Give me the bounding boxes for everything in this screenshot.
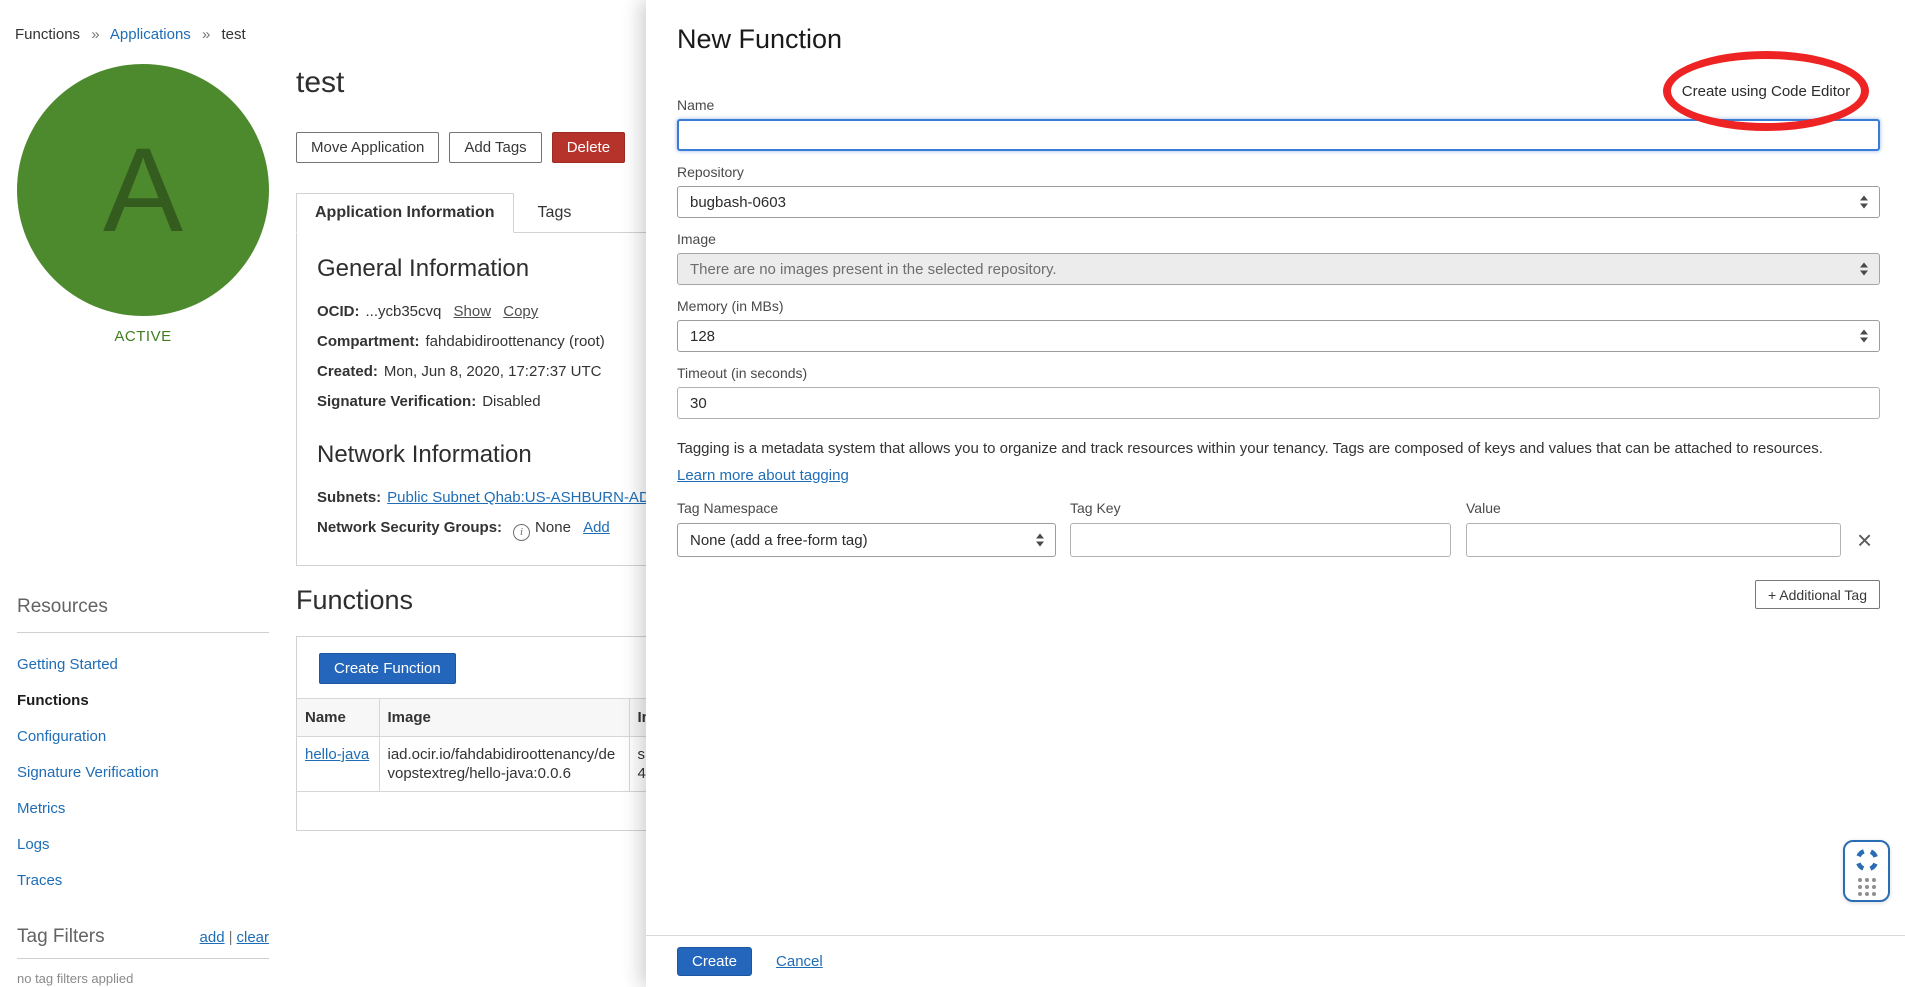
repository-label: Repository — [677, 164, 1880, 180]
life-ring-icon — [1854, 847, 1880, 873]
select-stepper-icon — [1036, 534, 1044, 547]
new-function-panel: New Function Create using Code Editor Na… — [646, 0, 1905, 987]
timeout-input[interactable] — [677, 387, 1880, 419]
select-stepper-icon — [1860, 196, 1868, 209]
panel-footer: Create Cancel — [646, 935, 1905, 987]
cancel-link[interactable]: Cancel — [776, 953, 823, 970]
sidebar-item-traces[interactable]: Traces — [17, 863, 269, 899]
nsg-label: Network Security Groups: — [317, 519, 502, 536]
tag-namespace-selected-value: None (add a free-form tag) — [690, 532, 868, 549]
created-value: Mon, Jun 8, 2020, 17:27:37 UTC — [384, 363, 602, 380]
breadcrumb-applications[interactable]: Applications — [110, 26, 191, 43]
tab-tags[interactable]: Tags — [514, 194, 596, 232]
tag-key-label: Tag Key — [1070, 500, 1451, 516]
tag-value-input[interactable] — [1466, 523, 1841, 557]
column-header-image[interactable]: Image — [379, 699, 629, 737]
subnet-link[interactable]: Public Subnet Qhab:US-ASHBURN-AD-1 — [387, 489, 663, 506]
application-avatar-block: A ACTIVE — [17, 64, 269, 345]
breadcrumb-functions[interactable]: Functions — [15, 26, 80, 43]
subnets-label: Subnets: — [317, 489, 381, 506]
breadcrumb: Functions » Applications » test — [15, 26, 246, 43]
nsg-add-link[interactable]: Add — [583, 519, 610, 536]
tag-filters-clear-link[interactable]: clear — [236, 929, 269, 946]
additional-tag-button[interactable]: + Additional Tag — [1755, 580, 1880, 609]
compartment-label: Compartment: — [317, 333, 420, 350]
add-tags-button[interactable]: Add Tags — [449, 132, 541, 163]
tab-application-information[interactable]: Application Information — [296, 193, 514, 233]
status-badge: ACTIVE — [17, 328, 269, 345]
repository-selected-value: bugbash-0603 — [690, 194, 786, 211]
memory-selected-value: 128 — [690, 328, 715, 345]
tag-key-input[interactable] — [1070, 523, 1451, 557]
image-label: Image — [677, 231, 1880, 247]
dots-grid-icon — [1858, 878, 1876, 896]
function-name-link[interactable]: hello-java — [305, 746, 369, 763]
repository-select[interactable]: bugbash-0603 — [677, 186, 1880, 218]
move-application-button[interactable]: Move Application — [296, 132, 439, 163]
tag-filters-block: Tag Filters add|clear no tag filters app… — [17, 926, 269, 986]
function-image-cell: iad.ocir.io/fahdabidiroottenancy/devopst… — [379, 737, 629, 792]
timeout-label: Timeout (in seconds) — [677, 365, 1880, 381]
tag-filters-heading: Tag Filters — [17, 926, 105, 948]
delete-button[interactable]: Delete — [552, 132, 625, 163]
help-widget-button[interactable] — [1843, 840, 1890, 902]
image-selected-value: There are no images present in the selec… — [690, 261, 1057, 278]
breadcrumb-separator: » — [202, 26, 210, 43]
breadcrumb-separator: » — [91, 26, 99, 43]
sidebar-item-signature-verification[interactable]: Signature Verification — [17, 755, 269, 791]
tagging-description: Tagging is a metadata system that allows… — [677, 440, 1880, 457]
tag-filters-empty-text: no tag filters applied — [17, 971, 269, 986]
tag-filters-divider: | — [229, 929, 233, 946]
created-label: Created: — [317, 363, 378, 380]
sidebar-item-functions[interactable]: Functions — [17, 683, 269, 719]
signature-verification-value: Disabled — [482, 393, 540, 410]
tag-value-label: Value — [1466, 500, 1841, 516]
column-header-name[interactable]: Name — [297, 699, 379, 737]
create-using-code-editor-link[interactable]: Create using Code Editor — [1682, 83, 1850, 100]
select-stepper-icon — [1860, 330, 1868, 343]
resources-sidebar: Resources Getting Started Functions Conf… — [17, 596, 269, 899]
ocid-show-link[interactable]: Show — [454, 303, 492, 320]
tag-filters-add-link[interactable]: add — [200, 929, 225, 946]
sidebar-item-getting-started[interactable]: Getting Started — [17, 647, 269, 683]
signature-verification-label: Signature Verification: — [317, 393, 476, 410]
image-select: There are no images present in the selec… — [677, 253, 1880, 285]
info-icon[interactable]: i — [513, 524, 530, 541]
avatar-letter: A — [103, 121, 183, 259]
create-button[interactable]: Create — [677, 947, 752, 976]
resources-heading: Resources — [17, 596, 269, 633]
ocid-value: ...ycb35cvq — [366, 303, 442, 320]
nsg-value: None — [535, 519, 571, 536]
learn-more-tagging-link[interactable]: Learn more about tagging — [677, 467, 849, 484]
remove-tag-icon[interactable]: × — [1857, 525, 1872, 555]
memory-select[interactable]: 128 — [677, 320, 1880, 352]
memory-label: Memory (in MBs) — [677, 298, 1880, 314]
name-input[interactable] — [677, 119, 1880, 151]
avatar: A — [17, 64, 269, 316]
sidebar-item-logs[interactable]: Logs — [17, 827, 269, 863]
tag-namespace-label: Tag Namespace — [677, 500, 1056, 516]
create-function-button[interactable]: Create Function — [319, 653, 456, 684]
select-stepper-icon — [1860, 263, 1868, 276]
tag-entry-row: None (add a free-form tag) × — [677, 523, 1880, 557]
tag-namespace-select[interactable]: None (add a free-form tag) — [677, 523, 1056, 557]
ocid-copy-link[interactable]: Copy — [503, 303, 538, 320]
sidebar-item-configuration[interactable]: Configuration — [17, 719, 269, 755]
sidebar-item-metrics[interactable]: Metrics — [17, 791, 269, 827]
breadcrumb-current: test — [221, 26, 245, 43]
ocid-label: OCID: — [317, 303, 360, 320]
red-annotation-ellipse: Create using Code Editor — [1663, 51, 1869, 131]
compartment-value: fahdabidiroottenancy (root) — [426, 333, 605, 350]
